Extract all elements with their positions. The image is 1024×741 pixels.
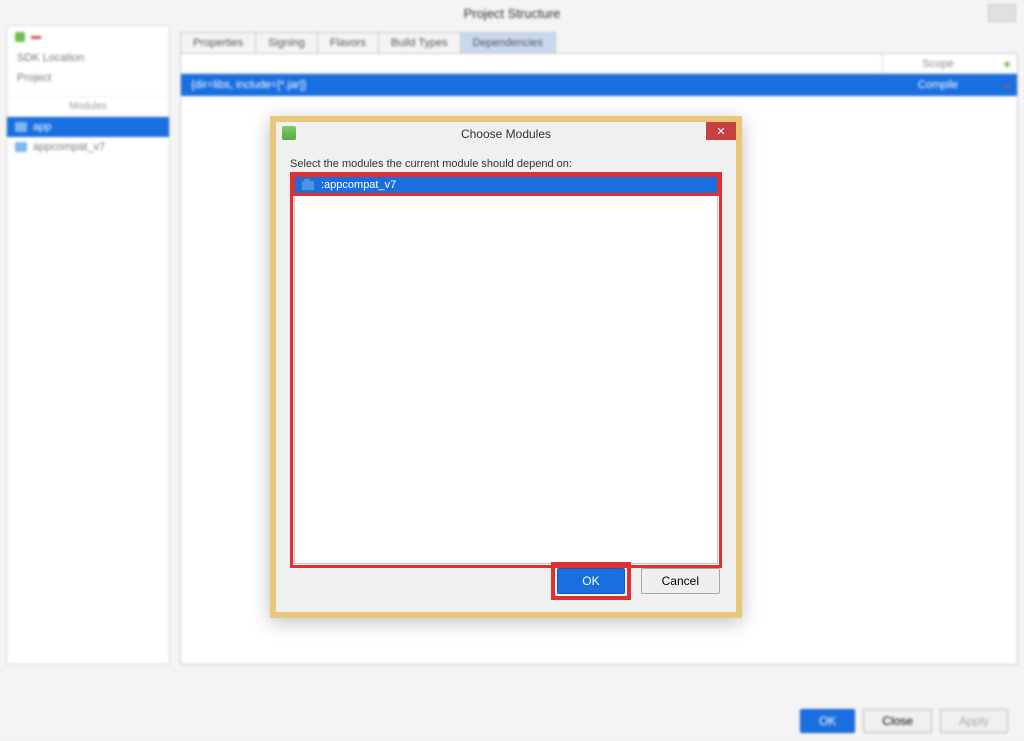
app-icon: [282, 126, 296, 140]
tab-dependencies[interactable]: Dependencies: [460, 32, 556, 53]
dialog-buttons: OK Cancel: [551, 562, 720, 600]
module-icon: [15, 122, 27, 132]
dep-scope[interactable]: Compile: [883, 79, 993, 91]
dialog-title-bar: Choose Modules ✕: [276, 122, 736, 146]
dialog-prompt: Select the modules the current module sh…: [290, 158, 722, 170]
apply-button[interactable]: Apply: [940, 709, 1008, 733]
tab-signing[interactable]: Signing: [255, 32, 318, 53]
modules-list[interactable]: :appcompat_v7: [294, 176, 718, 564]
window-close-button[interactable]: [988, 4, 1016, 22]
dependency-row[interactable]: {dir=libs, include=[*.jar]} Compile: [181, 74, 1017, 96]
window-title: Project Structure: [464, 6, 561, 21]
highlight-annotation: :appcompat_v7: [290, 172, 722, 568]
dep-header: Scope: [181, 54, 1017, 74]
dialog-title: Choose Modules: [461, 127, 551, 141]
module-label: appcompat_v7: [33, 141, 105, 153]
tab-properties[interactable]: Properties: [180, 32, 256, 53]
left-item-sdk[interactable]: SDK Location: [7, 48, 169, 68]
module-item-appcompat[interactable]: appcompat_v7: [7, 137, 169, 157]
remove-icon[interactable]: [31, 36, 41, 39]
module-list-item[interactable]: :appcompat_v7: [295, 177, 717, 193]
module-list-label: :appcompat_v7: [321, 179, 396, 191]
window-title-bar: Project Structure: [0, 0, 1024, 25]
choose-modules-dialog: Choose Modules ✕ Select the modules the …: [270, 116, 742, 618]
tab-build-types[interactable]: Build Types: [378, 32, 461, 53]
cancel-button[interactable]: Close: [863, 709, 932, 733]
dialog-cancel-button[interactable]: Cancel: [641, 568, 720, 594]
left-item-project[interactable]: Project: [7, 68, 169, 88]
modules-header: Modules: [7, 96, 169, 117]
remove-dependency-icon[interactable]: −: [999, 78, 1015, 94]
add-dependency-icon[interactable]: +: [999, 56, 1015, 72]
bottom-buttons: OK Close Apply: [800, 709, 1008, 733]
dep-name: {dir=libs, include=[*.jar]}: [181, 79, 883, 91]
scope-header: Scope: [883, 54, 993, 73]
ok-button[interactable]: OK: [800, 709, 855, 733]
highlight-annotation: OK: [551, 562, 630, 600]
dialog-close-button[interactable]: ✕: [706, 122, 736, 140]
left-panel: SDK Location Project Modules app appcomp…: [6, 25, 170, 665]
add-icon[interactable]: [15, 32, 25, 42]
tab-flavors[interactable]: Flavors: [317, 32, 379, 53]
module-icon: [15, 142, 27, 152]
module-item-app[interactable]: app: [7, 117, 169, 137]
highlight-annotation: :appcompat_v7: [292, 174, 720, 196]
folder-icon: [301, 180, 315, 191]
module-label: app: [33, 121, 51, 133]
tabs-bar: Properties Signing Flavors Build Types D…: [180, 25, 1018, 53]
dialog-ok-button[interactable]: OK: [557, 568, 624, 594]
